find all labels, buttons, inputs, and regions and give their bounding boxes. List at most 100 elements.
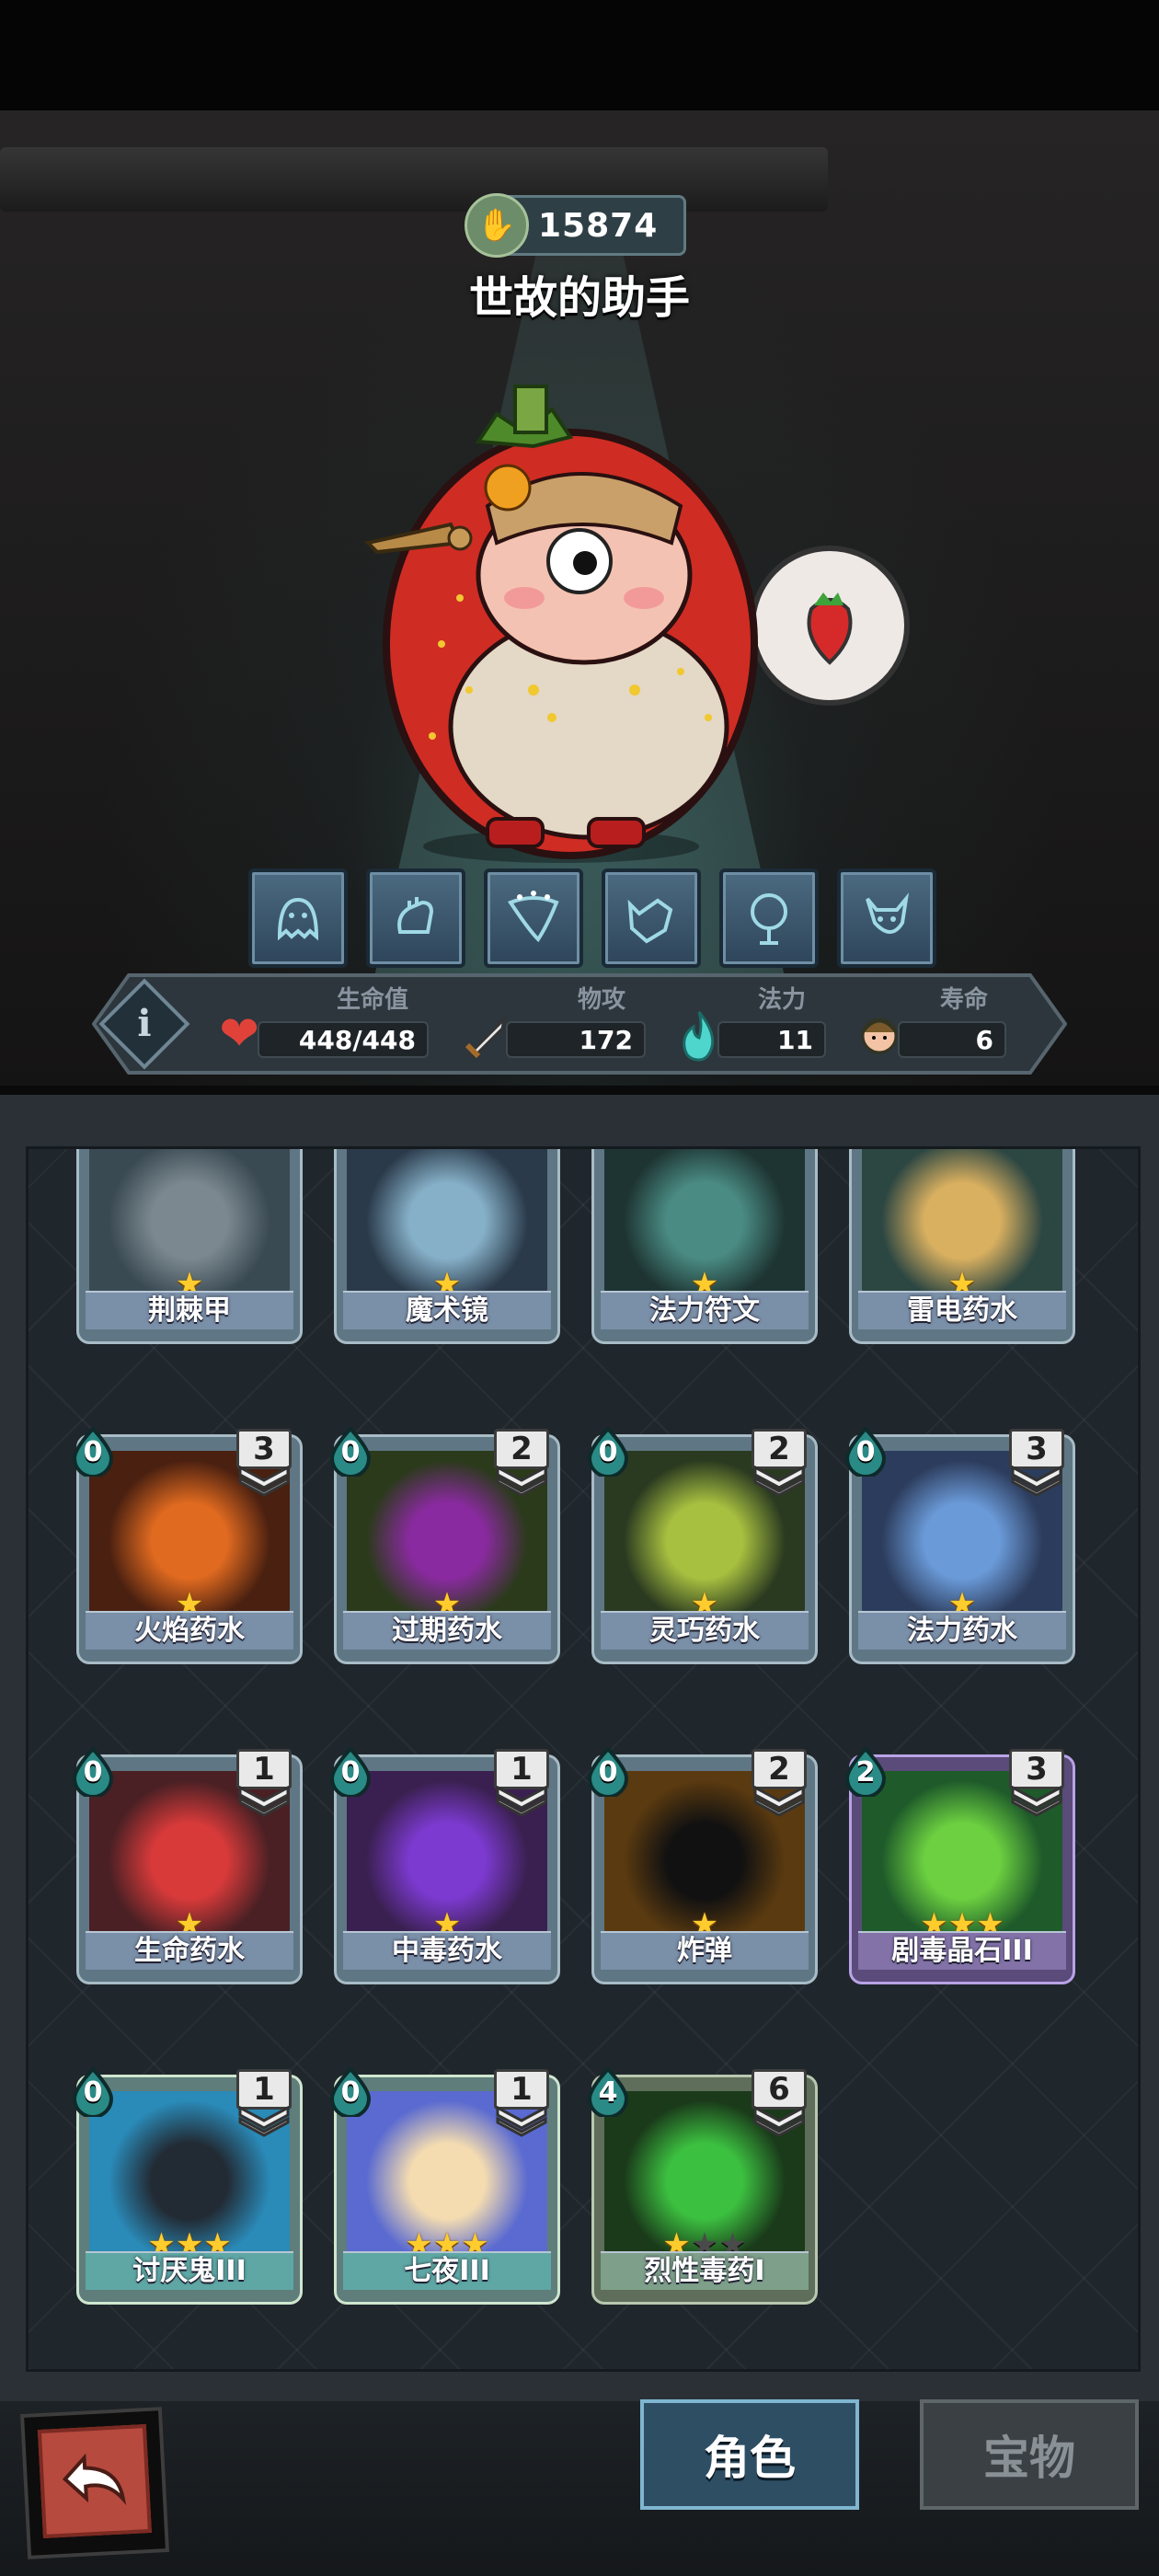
card-level-badge: 2	[752, 1429, 812, 1499]
card-name: 荆棘甲	[86, 1291, 293, 1329]
score-badge: ✋ 15874	[465, 193, 686, 258]
stack-chevron-icon	[496, 1786, 547, 1817]
attack-value: 172	[506, 1021, 646, 1058]
card-name: 炸弹	[601, 1931, 809, 1970]
skill-bar	[248, 868, 936, 968]
card-name: 雷电药水	[858, 1291, 1066, 1329]
card-name: 中毒药水	[343, 1931, 551, 1970]
card-level-value: 2	[752, 1749, 807, 1789]
card-level-value: 3	[236, 1429, 292, 1469]
card-name: 七夜III	[343, 2251, 551, 2290]
skill-slot-5[interactable]	[719, 868, 819, 968]
stack-chevron-icon	[496, 2106, 547, 2137]
stack-chevron-icon	[753, 1786, 805, 1817]
card-grid[interactable]: ★ 荆棘甲 ★ 魔术镜 ★ 法力符文 ★ 雷电药水 ★ 火焰药水 0 3 ★ 过期药水 0 2 ★ 灵巧药水 0 2 ★…	[26, 1146, 1141, 2372]
card-level-value: 1	[494, 1749, 549, 1789]
tab-treasure[interactable]: 宝物	[920, 2399, 1139, 2510]
card-cost-badge: 0	[843, 1427, 888, 1477]
tab-character[interactable]: 角色	[640, 2399, 859, 2510]
card-level-value: 3	[1009, 1429, 1064, 1469]
card-item[interactable]: ★★★ 烈性毒药I 4 6	[587, 2067, 818, 2305]
card-level-badge: 1	[236, 2069, 297, 2139]
skill-slot-3[interactable]	[484, 868, 583, 968]
card-name: 讨厌鬼III	[86, 2251, 293, 2290]
card-level-value: 6	[752, 2069, 807, 2110]
skull-hand-icon: ✋	[465, 193, 529, 258]
card-name: 魔术镜	[343, 1291, 551, 1329]
character-portrait[interactable]	[350, 368, 920, 874]
card-item[interactable]: ★ 炸弹 0 2	[587, 1747, 818, 1984]
card-cost-value: 0	[340, 1756, 361, 1788]
card-item[interactable]: ★ 中毒药水 0 1	[329, 1747, 560, 1984]
background-pipe	[0, 147, 828, 212]
stack-chevron-icon	[753, 1466, 805, 1497]
status-bar-area	[0, 0, 1159, 110]
skill-slot-4[interactable]	[602, 868, 701, 968]
section-divider	[0, 1086, 1159, 1095]
back-button[interactable]	[19, 2407, 170, 2559]
card-item[interactable]: ★ 雷电药水	[849, 1149, 1075, 1344]
mana-label: 法力	[758, 986, 807, 1014]
card-name: 灵巧药水	[601, 1611, 809, 1650]
card-item[interactable]: ★★★ 讨厌鬼III 0 1	[72, 2067, 303, 2305]
card-name: 生命药水	[86, 1931, 293, 1970]
card-cost-value: 0	[83, 1756, 103, 1788]
skill-slot-2[interactable]	[366, 868, 465, 968]
stack-chevron-icon	[238, 1466, 290, 1497]
ghost-icon	[277, 897, 319, 941]
card-cost-badge: 0	[328, 1427, 373, 1477]
card-cost-badge: 0	[586, 1427, 630, 1477]
card-name: 烈性毒药I	[601, 2251, 809, 2290]
card-cost-value: 0	[340, 2076, 361, 2109]
card-item[interactable]: ★ 灵巧药水 0 2	[587, 1427, 818, 1664]
card-level-badge: 1	[494, 2069, 555, 2139]
skill-slot-1[interactable]	[248, 868, 348, 968]
card-level-value: 2	[752, 1429, 807, 1469]
card-cost-value: 4	[598, 2076, 618, 2109]
card-cost-badge: 0	[71, 1747, 115, 1797]
card-level-value: 1	[494, 2069, 549, 2110]
card-item[interactable]: ★★★ 七夜III 0 1	[329, 2067, 560, 2305]
card-name: 剧毒晶石III	[858, 1931, 1066, 1970]
card-item[interactable]: ★★★ 剧毒晶石III 2 3	[844, 1747, 1075, 1984]
card-name: 过期药水	[343, 1611, 551, 1650]
card-level-badge: 3	[1009, 1429, 1070, 1499]
hp-value: 448/448	[258, 1021, 429, 1058]
stack-chevron-icon	[238, 2106, 290, 2137]
sword-icon	[458, 1010, 513, 1065]
attack-label: 物攻	[578, 986, 626, 1014]
card-item[interactable]: ★ 过期药水 0 2	[329, 1427, 560, 1664]
card-level-value: 2	[494, 1429, 549, 1469]
card-level-badge: 2	[494, 1429, 555, 1499]
card-item[interactable]: ★ 法力药水 0 3	[844, 1427, 1075, 1664]
mana-value: 11	[717, 1021, 826, 1058]
stats-bar: i 生命值 ❤ 448/448 物攻 172 法力 11 寿命 6	[92, 973, 1067, 1075]
info-icon: i	[137, 1002, 152, 1045]
card-level-badge: 2	[752, 1749, 812, 1819]
card-item[interactable]: ★ 魔术镜	[334, 1149, 560, 1344]
lifespan-label: 寿命	[940, 986, 989, 1014]
card-cost-badge: 0	[71, 1427, 115, 1477]
stack-chevron-icon	[753, 2106, 805, 2137]
skill-slot-6[interactable]	[837, 868, 936, 968]
card-level-value: 1	[236, 1749, 292, 1789]
card-item[interactable]: ★ 火焰药水 0 3	[72, 1427, 303, 1664]
card-level-badge: 6	[752, 2069, 812, 2139]
card-item[interactable]: ★ 生命药水 0 1	[72, 1747, 303, 1984]
card-cost-badge: 0	[328, 2067, 373, 2117]
card-item[interactable]: ★ 荆棘甲	[76, 1149, 303, 1344]
stack-chevron-icon	[1011, 1466, 1062, 1497]
card-name: 法力药水	[858, 1611, 1066, 1650]
stack-chevron-icon	[496, 1466, 547, 1497]
card-cost-value: 0	[83, 1436, 103, 1468]
stack-chevron-icon	[238, 1786, 290, 1817]
fist-icon	[397, 897, 434, 934]
card-item[interactable]: ★ 法力符文	[591, 1149, 818, 1344]
score-value: 15874	[538, 206, 659, 245]
card-cost-value: 0	[598, 1756, 618, 1788]
card-level-badge: 3	[236, 1429, 297, 1499]
hp-label: 生命值	[337, 986, 409, 1014]
card-level-value: 1	[236, 2069, 292, 2110]
card-name: 火焰药水	[86, 1611, 293, 1650]
card-cost-value: 0	[855, 1436, 876, 1468]
